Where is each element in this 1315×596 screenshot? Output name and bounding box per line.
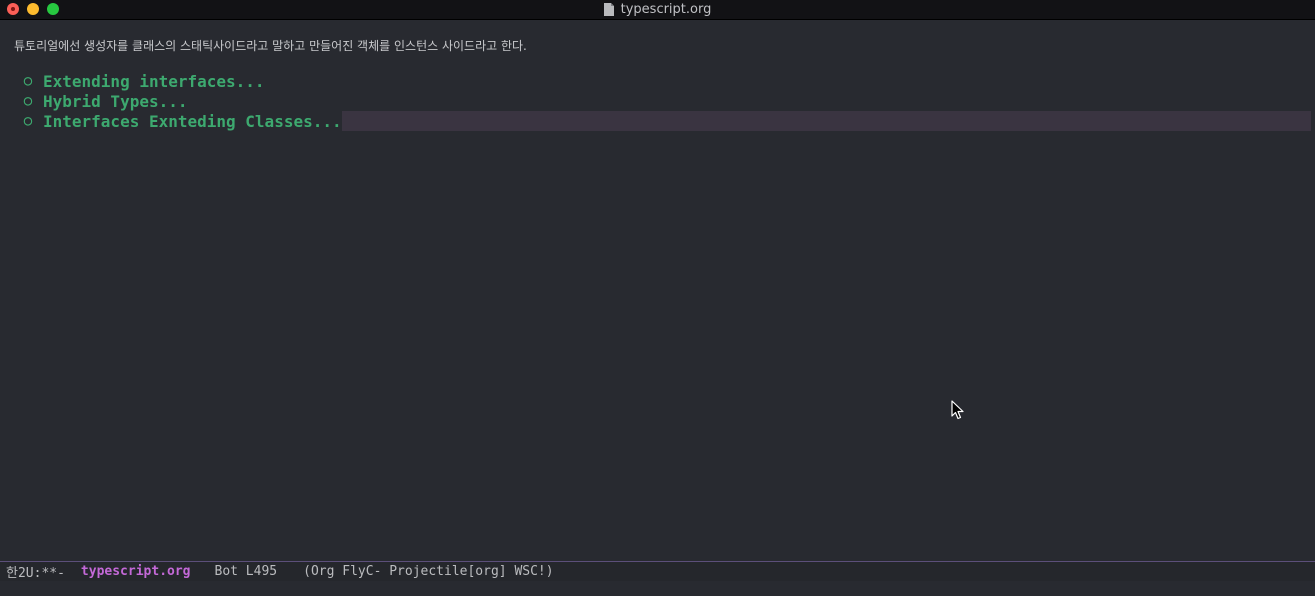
cursor-position: Bot L495 bbox=[214, 564, 278, 579]
buffer-name[interactable]: typescript.org bbox=[81, 564, 191, 579]
org-heading-hybrid-types[interactable]: ○ Hybrid Types... bbox=[0, 91, 1311, 111]
window-title-group: typescript.org bbox=[0, 0, 1315, 19]
heading-text: Hybrid Types... bbox=[43, 91, 188, 111]
title-bar[interactable]: typescript.org bbox=[0, 0, 1315, 20]
mode-line: 한2U:**- typescript.org Bot L495 (Org Fly… bbox=[0, 561, 1315, 582]
heading-text: Interfaces Exnteding Classes... bbox=[43, 111, 342, 131]
minibuffer[interactable] bbox=[0, 581, 1315, 596]
mouse-pointer-icon bbox=[951, 400, 964, 420]
window-title: typescript.org bbox=[620, 2, 712, 17]
heading-text: Extending interfaces... bbox=[43, 71, 265, 91]
org-bullet-icon: ○ bbox=[23, 73, 33, 89]
buffer-state: 한2U:**- bbox=[6, 566, 65, 581]
org-bullet-icon: ○ bbox=[23, 113, 33, 129]
active-modes[interactable]: (Org FlyC- Projectile[org] WSC!) bbox=[303, 564, 553, 579]
document-icon bbox=[603, 3, 614, 16]
editor-buffer[interactable]: 튜토리얼에선 생성자를 클래스의 스태틱사이드라고 말하고 만들어진 객체를 인… bbox=[0, 20, 1315, 561]
buffer-paragraph: 튜토리얼에선 생성자를 클래스의 스태틱사이드라고 말하고 만들어진 객체를 인… bbox=[14, 39, 527, 53]
current-line-highlight bbox=[341, 111, 1311, 131]
org-bullet-icon: ○ bbox=[23, 93, 33, 109]
org-heading-interfaces-extending-classes[interactable]: ○ Interfaces Exnteding Classes... bbox=[0, 111, 1311, 131]
emacs-window: typescript.org 튜토리얼에선 생성자를 클래스의 스태틱사이드라고… bbox=[0, 0, 1315, 596]
org-heading-extending-interfaces[interactable]: ○ Extending interfaces... bbox=[0, 71, 1311, 91]
